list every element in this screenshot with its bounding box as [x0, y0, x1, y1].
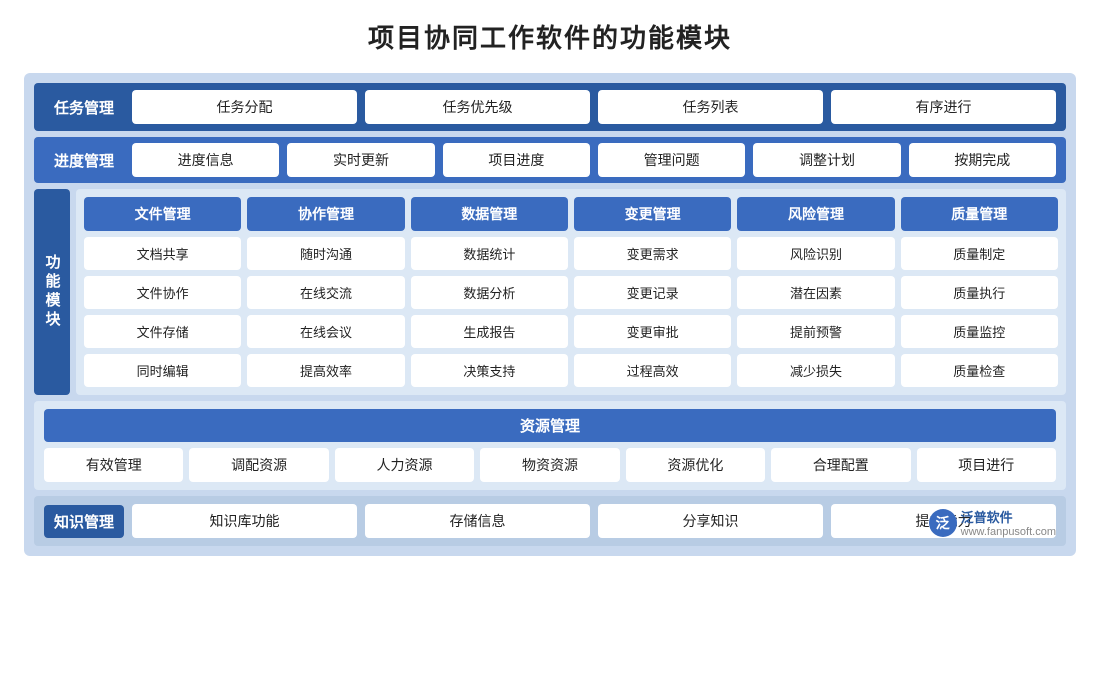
- col-4-item-2: 提前预警: [737, 315, 894, 348]
- resources-cards: 有效管理 调配资源 人力资源 物资资源 资源优化 合理配置 项目进行: [44, 448, 1056, 482]
- watermark-logo: 泛: [929, 509, 957, 537]
- main-container: 任务管理 任务分配 任务优先级 任务列表 有序进行 进度管理 进度信息 实时更新…: [24, 73, 1076, 556]
- columns-area: 文件管理 文档共享 文件协作 文件存储 同时编辑 协作管理 随时沟通 在线交流 …: [76, 189, 1066, 395]
- col-5-item-0: 质量制定: [901, 237, 1058, 270]
- col-0-item-3: 同时编辑: [84, 354, 241, 387]
- knowledge-management-label: 知识管理: [44, 505, 124, 538]
- progress-item-3: 管理问题: [598, 143, 745, 177]
- col-1-item-0: 随时沟通: [247, 237, 404, 270]
- col-1-item-1: 在线交流: [247, 276, 404, 309]
- col-3-item-2: 变更审批: [574, 315, 731, 348]
- knowledge-management-row: 知识管理 知识库功能 存储信息 分享知识 提升能力: [34, 496, 1066, 546]
- col-0-item-1: 文件协作: [84, 276, 241, 309]
- col-4-item-1: 潜在因素: [737, 276, 894, 309]
- watermark-url: www.fanpusoft.com: [961, 526, 1056, 538]
- col-file-management: 文件管理 文档共享 文件协作 文件存储 同时编辑: [84, 197, 241, 387]
- progress-management-row: 进度管理 进度信息 实时更新 项目进度 管理问题 调整计划 按期完成: [34, 137, 1066, 183]
- function-module-label: 功能模块: [34, 189, 70, 395]
- col-5-item-3: 质量检查: [901, 354, 1058, 387]
- col-header-3: 变更管理: [574, 197, 731, 231]
- col-2-item-3: 决策支持: [411, 354, 568, 387]
- col-3-item-3: 过程高效: [574, 354, 731, 387]
- progress-item-0: 进度信息: [132, 143, 279, 177]
- col-4-item-0: 风险识别: [737, 237, 894, 270]
- progress-item-2: 项目进度: [443, 143, 590, 177]
- col-0-item-0: 文档共享: [84, 237, 241, 270]
- col-4-item-3: 减少损失: [737, 354, 894, 387]
- resource-item-3: 物资资源: [480, 448, 619, 482]
- knowledge-item-0: 知识库功能: [132, 504, 357, 538]
- col-2-item-2: 生成报告: [411, 315, 568, 348]
- col-5-item-1: 质量执行: [901, 276, 1058, 309]
- col-3-item-1: 变更记录: [574, 276, 731, 309]
- col-change-management: 变更管理 变更需求 变更记录 变更审批 过程高效: [574, 197, 731, 387]
- col-header-2: 数据管理: [411, 197, 568, 231]
- page-title: 项目协同工作软件的功能模块: [368, 18, 732, 55]
- task-management-label: 任务管理: [44, 91, 124, 124]
- resource-item-5: 合理配置: [771, 448, 910, 482]
- knowledge-item-2: 分享知识: [598, 504, 823, 538]
- progress-item-5: 按期完成: [909, 143, 1056, 177]
- col-0-item-2: 文件存储: [84, 315, 241, 348]
- resources-section: 资源管理 有效管理 调配资源 人力资源 物资资源 资源优化 合理配置 项目进行: [34, 401, 1066, 490]
- col-2-item-1: 数据分析: [411, 276, 568, 309]
- col-risk-management: 风险管理 风险识别 潜在因素 提前预警 减少损失: [737, 197, 894, 387]
- progress-management-label: 进度管理: [44, 144, 124, 177]
- resource-item-0: 有效管理: [44, 448, 183, 482]
- col-header-0: 文件管理: [84, 197, 241, 231]
- col-quality-management: 质量管理 质量制定 质量执行 质量监控 质量检查: [901, 197, 1058, 387]
- task-item-2: 任务列表: [598, 90, 823, 124]
- col-1-item-3: 提高效率: [247, 354, 404, 387]
- task-item-0: 任务分配: [132, 90, 357, 124]
- resource-item-1: 调配资源: [189, 448, 328, 482]
- resource-item-6: 项目进行: [917, 448, 1056, 482]
- col-2-item-0: 数据统计: [411, 237, 568, 270]
- resources-management-label: 资源管理: [44, 409, 1056, 442]
- watermark-brand: 泛普软件: [961, 507, 1056, 526]
- task-item-3: 有序进行: [831, 90, 1056, 124]
- col-5-item-2: 质量监控: [901, 315, 1058, 348]
- task-management-row: 任务管理 任务分配 任务优先级 任务列表 有序进行: [34, 83, 1066, 131]
- watermark: 泛 泛普软件 www.fanpusoft.com: [929, 507, 1056, 538]
- progress-item-1: 实时更新: [287, 143, 434, 177]
- col-header-5: 质量管理: [901, 197, 1058, 231]
- task-management-cards: 任务分配 任务优先级 任务列表 有序进行: [132, 90, 1056, 124]
- col-header-1: 协作管理: [247, 197, 404, 231]
- progress-item-4: 调整计划: [753, 143, 900, 177]
- col-collab-management: 协作管理 随时沟通 在线交流 在线会议 提高效率: [247, 197, 404, 387]
- col-3-item-0: 变更需求: [574, 237, 731, 270]
- knowledge-management-cards: 知识库功能 存储信息 分享知识 提升能力: [132, 504, 1056, 538]
- col-data-management: 数据管理 数据统计 数据分析 生成报告 决策支持: [411, 197, 568, 387]
- resource-item-4: 资源优化: [626, 448, 765, 482]
- task-item-1: 任务优先级: [365, 90, 590, 124]
- knowledge-item-1: 存储信息: [365, 504, 590, 538]
- col-1-item-2: 在线会议: [247, 315, 404, 348]
- col-header-4: 风险管理: [737, 197, 894, 231]
- resource-item-2: 人力资源: [335, 448, 474, 482]
- progress-management-cards: 进度信息 实时更新 项目进度 管理问题 调整计划 按期完成: [132, 143, 1056, 177]
- function-module-section: 功能模块 文件管理 文档共享 文件协作 文件存储 同时编辑 协作管理 随时沟通 …: [34, 189, 1066, 395]
